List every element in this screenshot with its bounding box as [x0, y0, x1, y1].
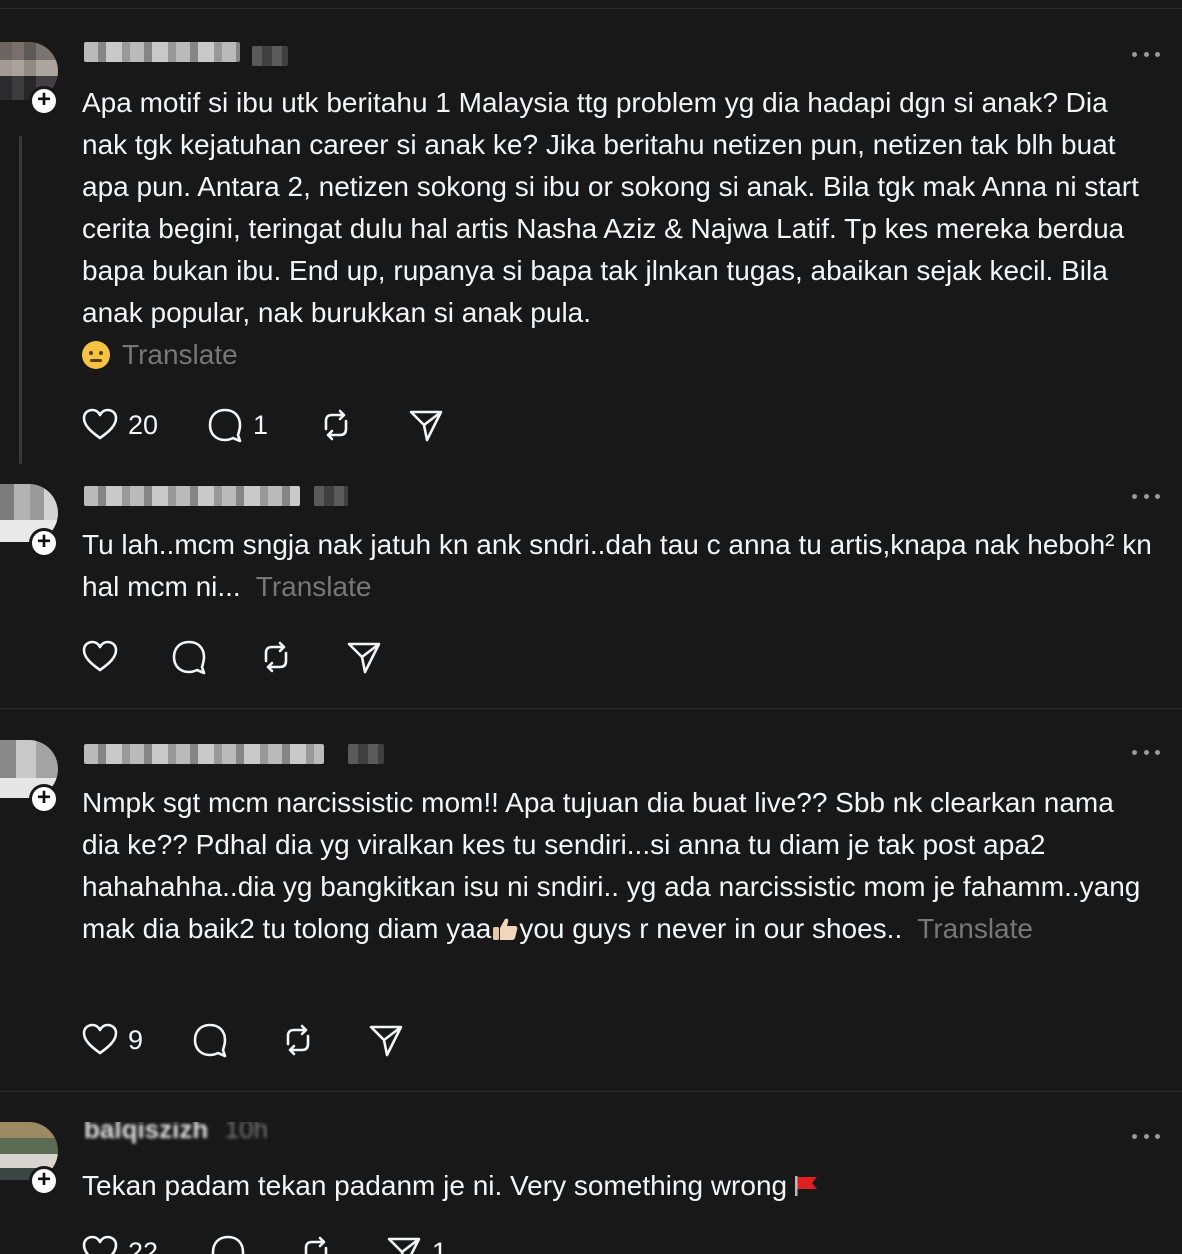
- repost-button[interactable]: [296, 1232, 336, 1254]
- thumbs-up-icon: [493, 918, 518, 940]
- post: + Nmpk sgt mcm narcissistic mom!! Apa tu…: [0, 710, 1182, 1092]
- post-text: Tu lah..mcm sngja nak jatuh kn ank sndri…: [82, 529, 1152, 602]
- action-bar: 9: [80, 1020, 480, 1060]
- send-icon: [369, 1025, 403, 1057]
- thread-line: [19, 136, 22, 464]
- post-body: Apa motif si ibu utk beritahu 1 Malaysia…: [82, 82, 1152, 376]
- like-button[interactable]: [80, 637, 120, 677]
- repost-button[interactable]: [316, 405, 356, 445]
- share-button[interactable]: [406, 405, 446, 445]
- like-button[interactable]: 20: [80, 405, 158, 445]
- like-count: 20: [128, 409, 159, 440]
- timestamp-blurred: [314, 486, 348, 506]
- woozy-face-icon: [82, 341, 110, 369]
- post-body: Nmpk sgt mcm narcissistic mom!! Apa tuju…: [82, 782, 1152, 950]
- send-icon: [387, 1237, 421, 1254]
- send-icon: [347, 642, 381, 674]
- comment-icon: [208, 408, 242, 443]
- timestamp-blurred: [348, 744, 384, 764]
- heart-icon: [82, 408, 118, 440]
- comment-icon: [172, 640, 206, 675]
- more-options-icon[interactable]: [1132, 52, 1160, 60]
- reply-count: 1: [253, 409, 269, 440]
- more-options-icon[interactable]: [1132, 750, 1160, 758]
- action-bar: [80, 637, 480, 677]
- share-button[interactable]: [366, 1020, 406, 1060]
- translate-link[interactable]: Translate: [256, 571, 372, 602]
- comment-icon: [211, 1235, 245, 1254]
- like-count: 22: [128, 1236, 159, 1254]
- heart-icon: [82, 1235, 118, 1254]
- reply-button[interactable]: 1: [205, 405, 268, 445]
- post-text: Apa motif si ibu utk beritahu 1 Malaysia…: [82, 87, 1139, 328]
- like-button[interactable]: 9: [80, 1020, 143, 1060]
- heart-icon: [82, 640, 118, 672]
- username-blurred[interactable]: [84, 42, 240, 62]
- action-bar: 22 1: [80, 1232, 480, 1254]
- send-icon: [409, 410, 443, 442]
- post: + balqiszizh 10h Tekan padam tekan padan…: [0, 1092, 1182, 1254]
- red-flag-icon: [795, 1176, 818, 1196]
- share-button[interactable]: 1: [384, 1232, 447, 1254]
- post-divider: [0, 708, 1182, 709]
- share-count: 1: [432, 1236, 448, 1254]
- timestamp-blurred: [252, 46, 288, 66]
- translate-link[interactable]: Translate: [122, 339, 238, 370]
- translate-link[interactable]: Translate: [917, 913, 1033, 944]
- reply-button[interactable]: [169, 637, 209, 677]
- more-options-icon[interactable]: [1132, 494, 1160, 502]
- username-blurred[interactable]: [84, 744, 324, 764]
- repost-icon: [324, 409, 348, 441]
- repost-button[interactable]: [256, 637, 296, 677]
- post: + Apa motif si ibu utk beritahu 1 Malays…: [0, 0, 1182, 470]
- repost-icon: [286, 1024, 310, 1056]
- more-options-icon[interactable]: [1132, 1134, 1160, 1142]
- username-blurred[interactable]: [84, 486, 300, 506]
- post: + Tu lah..mcm sngja nak jatuh kn ank snd…: [0, 470, 1182, 710]
- repost-button[interactable]: [278, 1020, 318, 1060]
- follow-plus-icon[interactable]: +: [29, 784, 59, 814]
- like-button[interactable]: 22: [80, 1232, 158, 1254]
- reply-button[interactable]: [190, 1020, 230, 1060]
- repost-icon: [304, 1236, 328, 1254]
- post-text: Tekan padam tekan padanm je ni. Very som…: [82, 1170, 788, 1201]
- follow-plus-icon[interactable]: +: [29, 528, 59, 558]
- post-body: Tu lah..mcm sngja nak jatuh kn ank sndri…: [82, 524, 1152, 608]
- post-text-continued: you guys r never in our shoes..: [519, 913, 903, 944]
- username[interactable]: balqiszizh 10h: [84, 1122, 268, 1146]
- repost-icon: [264, 641, 288, 673]
- comment-icon: [193, 1023, 227, 1058]
- share-button[interactable]: [344, 637, 384, 677]
- follow-plus-icon[interactable]: +: [29, 86, 59, 116]
- reply-button[interactable]: [208, 1232, 248, 1254]
- heart-icon: [82, 1023, 118, 1055]
- post-body: Tekan padam tekan padanm je ni. Very som…: [82, 1165, 1152, 1207]
- action-bar: 20 1: [80, 405, 480, 445]
- follow-plus-icon[interactable]: +: [29, 1166, 59, 1196]
- like-count: 9: [128, 1024, 144, 1055]
